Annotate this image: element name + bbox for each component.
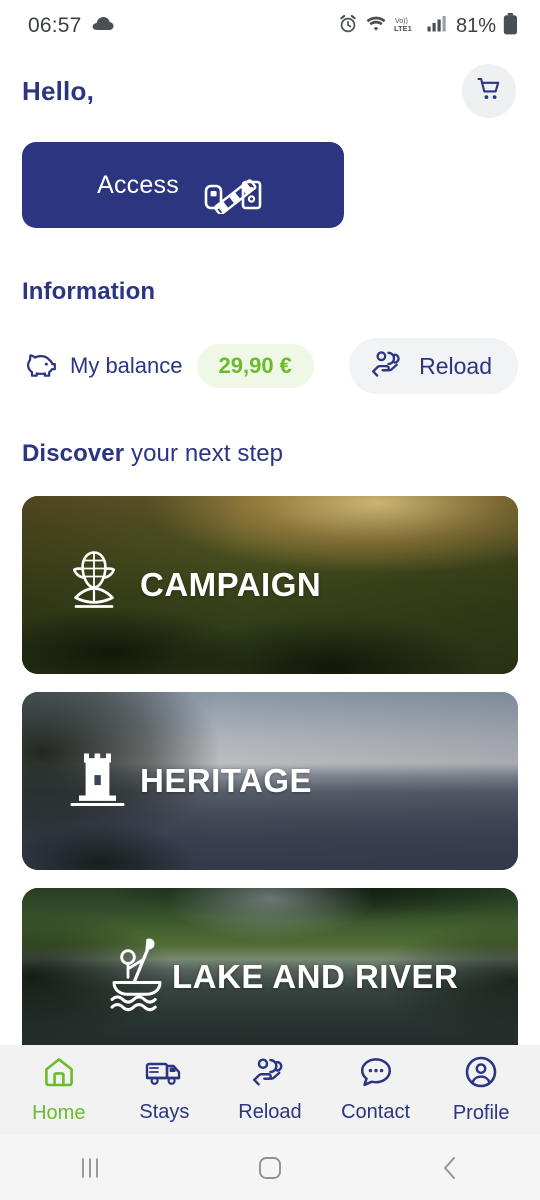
- access-button[interactable]: Access: [22, 142, 344, 228]
- information-section-title: Information: [22, 278, 156, 305]
- home-key[interactable]: [225, 1143, 315, 1193]
- kayak-paddler-icon: [106, 936, 178, 1019]
- home-icon: [42, 1055, 76, 1094]
- back-key[interactable]: [405, 1143, 495, 1193]
- discover-card-list: CAMPAIGN HERITAGE LAKE AND RIVER: [0, 496, 540, 1066]
- nav-item-reload-label: Reload: [238, 1101, 302, 1123]
- nav-item-contact-label: Contact: [341, 1101, 411, 1123]
- user-circle-icon: [464, 1055, 498, 1094]
- app-header: Hello,: [0, 52, 540, 130]
- discover-section-title: Discover your next step: [0, 440, 540, 468]
- android-navigation-bar: [0, 1135, 540, 1200]
- reload-button-label: Reload: [419, 352, 492, 379]
- page-title: Hello,: [22, 75, 94, 106]
- discover-card-lake-and-river[interactable]: LAKE AND RIVER: [22, 888, 518, 1066]
- signal-icon: [427, 15, 447, 37]
- nav-item-reload[interactable]: Reload: [227, 1056, 313, 1124]
- status-bar: 06:57 Vo)) LTE1 81%: [0, 0, 540, 52]
- hand-coins-icon: [371, 349, 405, 384]
- status-bar-left: 06:57: [28, 14, 114, 38]
- heritage-card-title: HERITAGE: [140, 762, 313, 799]
- nav-item-home-label: Home: [32, 1102, 86, 1124]
- balance-amount-badge: 29,90 €: [196, 344, 314, 388]
- discover-title-rest: your next step: [124, 440, 284, 467]
- bottom-navigation: Home Stays Reload Contact Profile: [0, 1045, 540, 1135]
- balance-row: My balance 29,90 € Reload: [0, 338, 540, 394]
- camper-van-icon: [145, 1056, 183, 1093]
- nav-item-profile[interactable]: Profile: [438, 1055, 524, 1125]
- svg-text:LTE1: LTE1: [394, 24, 412, 33]
- shopping-cart-icon: [475, 75, 503, 108]
- volte-icon: Vo)) LTE1: [394, 15, 420, 38]
- nav-item-stays[interactable]: Stays: [121, 1056, 207, 1124]
- discover-card-heritage[interactable]: HERITAGE: [22, 692, 518, 870]
- piggy-bank-icon: [22, 349, 58, 384]
- discover-title-bold: Discover: [22, 440, 125, 467]
- campaign-card-title: CAMPAIGN: [140, 566, 322, 603]
- corn-cob-icon: [62, 545, 126, 626]
- barrier-gate-icon: [197, 152, 269, 219]
- chat-bubble-icon: [359, 1056, 393, 1093]
- alarm-icon: [338, 14, 358, 39]
- status-bar-right: Vo)) LTE1 81%: [338, 12, 518, 40]
- reload-button[interactable]: Reload: [349, 338, 518, 394]
- nav-item-contact[interactable]: Contact: [333, 1056, 419, 1124]
- nav-item-home[interactable]: Home: [16, 1055, 102, 1125]
- battery-percent-label: 81%: [455, 14, 496, 37]
- lake-card-title: LAKE AND RIVER: [172, 958, 459, 995]
- cloud-icon: [92, 16, 114, 36]
- castle-tower-icon: [66, 741, 128, 822]
- balance-label-group: My balance: [22, 349, 183, 384]
- battery-icon: [503, 12, 518, 40]
- recents-key[interactable]: [45, 1143, 135, 1193]
- cart-button[interactable]: [462, 64, 516, 118]
- nav-item-profile-label: Profile: [452, 1102, 510, 1124]
- discover-card-campaign[interactable]: CAMPAIGN: [22, 496, 518, 674]
- nav-item-stays-label: Stays: [139, 1101, 190, 1123]
- access-section: Access: [0, 130, 540, 228]
- status-bar-clock: 06:57: [28, 14, 82, 37]
- wifi-icon: [365, 15, 387, 37]
- access-button-label: Access: [97, 170, 179, 199]
- balance-label: My balance: [70, 353, 183, 378]
- hand-coins-icon: [252, 1056, 288, 1093]
